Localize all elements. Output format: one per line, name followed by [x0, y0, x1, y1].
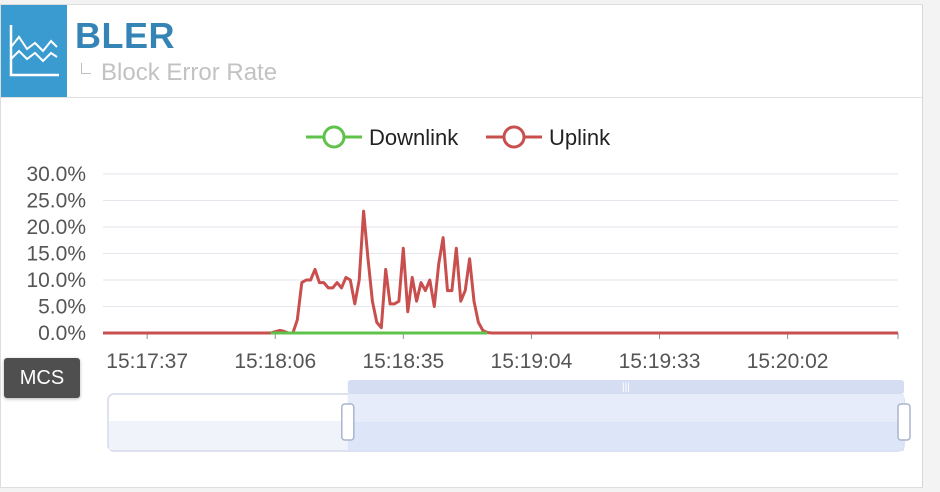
x-tick-label: 15:19:04	[491, 350, 573, 373]
legend-marker	[322, 125, 346, 149]
x-tick-label: 15:17:37	[106, 350, 188, 373]
y-tick-label: 15.0%	[26, 243, 86, 266]
bler-chart: Downlink Uplink 30.0% 25.0% 20.0% 15.0% 10.0%…	[26, 125, 911, 452]
zoom-handle-right	[897, 403, 911, 441]
legend-item-uplink: Uplink	[486, 125, 611, 150]
chart-grid	[103, 173, 898, 334]
y-tick-label: 20.0%	[26, 216, 86, 239]
series-line-uplink	[103, 209, 898, 335]
zoom-slider[interactable]: |||	[107, 380, 911, 452]
zoom-handle-left	[341, 403, 355, 441]
chart-series	[103, 209, 898, 335]
y-tick-label: 10.0%	[26, 269, 86, 292]
legend-label: Uplink	[549, 125, 611, 150]
x-axis: 15:17:37 15:18:06 15:18:35 15:19:04 15:19:33…	[106, 333, 899, 373]
zoom-selected-top	[347, 394, 904, 422]
x-tick-label: 15:18:35	[362, 350, 444, 373]
legend-label: Downlink	[369, 125, 459, 150]
y-tick-label: 25.0%	[26, 190, 86, 213]
y-tick-label: 30.0%	[26, 163, 86, 186]
x-tick-label: 15:20:02	[747, 350, 829, 373]
zoom-unselected-area	[109, 422, 348, 450]
legend-marker	[502, 125, 526, 149]
page: BLER Block Error Rate Downlink Uplink 30.…	[0, 0, 940, 492]
y-axis: 30.0% 25.0% 20.0% 15.0% 10.0% 5.0% 0.0%	[26, 163, 86, 345]
chart-legend: Downlink Uplink	[306, 125, 611, 150]
zoom-grip-icon: |||	[622, 382, 630, 393]
mcs-tag[interactable]: MCS	[4, 358, 80, 398]
legend-item-downlink: Downlink	[306, 125, 459, 150]
y-tick-label: 5.0%	[38, 296, 86, 319]
y-tick-label: 0.0%	[38, 322, 86, 345]
x-tick-label: 15:19:33	[619, 350, 701, 373]
x-tick-label: 15:18:06	[234, 350, 316, 373]
